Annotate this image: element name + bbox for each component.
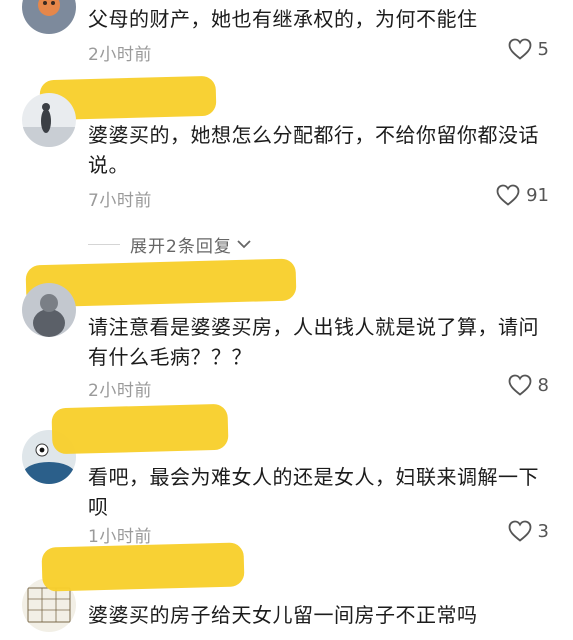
- heart-icon: [508, 520, 532, 542]
- chevron-down-icon: [236, 235, 252, 255]
- like-count: 5: [537, 38, 549, 60]
- divider: [88, 244, 120, 245]
- comment-timestamp: 1小时前: [88, 527, 152, 547]
- redacted-username: [41, 542, 245, 592]
- avatar[interactable]: [22, 93, 76, 147]
- like-button[interactable]: 3: [508, 520, 549, 542]
- redacted-username: [51, 403, 229, 455]
- comment-timestamp: 7小时前: [88, 191, 152, 211]
- avatar[interactable]: [22, 283, 76, 337]
- heart-icon: [508, 374, 532, 396]
- like-count: 8: [537, 374, 549, 396]
- like-count: 3: [537, 520, 549, 542]
- comment-text: 看吧，最会为难女人的还是女人，妇联来调解一下呗: [88, 465, 539, 519]
- comment-text: 请注意看是婆婆买房，人出钱人就是说了算，请问有什么毛病？？？: [88, 315, 539, 369]
- like-button[interactable]: 91: [496, 184, 549, 206]
- heart-icon: [508, 38, 532, 60]
- comment-text: 婆婆买的，她想怎么分配都行，不给你留你都没话说。: [88, 123, 539, 177]
- expand-replies-label: 展开2条回复: [130, 237, 232, 257]
- like-button[interactable]: 5: [508, 38, 549, 60]
- comment-text: 婆婆买的房子给天女儿留一间房子不正常吗: [88, 603, 478, 627]
- comment-text: 父母的财产，她也有继承权的，为何不能住: [88, 7, 478, 31]
- like-button[interactable]: 8: [508, 374, 549, 396]
- comment-timestamp: 2小时前: [88, 45, 152, 65]
- avatar[interactable]: [22, 0, 76, 34]
- heart-icon: [496, 184, 520, 206]
- expand-replies-button[interactable]: 展开2条回复: [88, 232, 252, 257]
- comment-timestamp: 2小时前: [88, 381, 152, 401]
- like-count: 91: [526, 184, 549, 206]
